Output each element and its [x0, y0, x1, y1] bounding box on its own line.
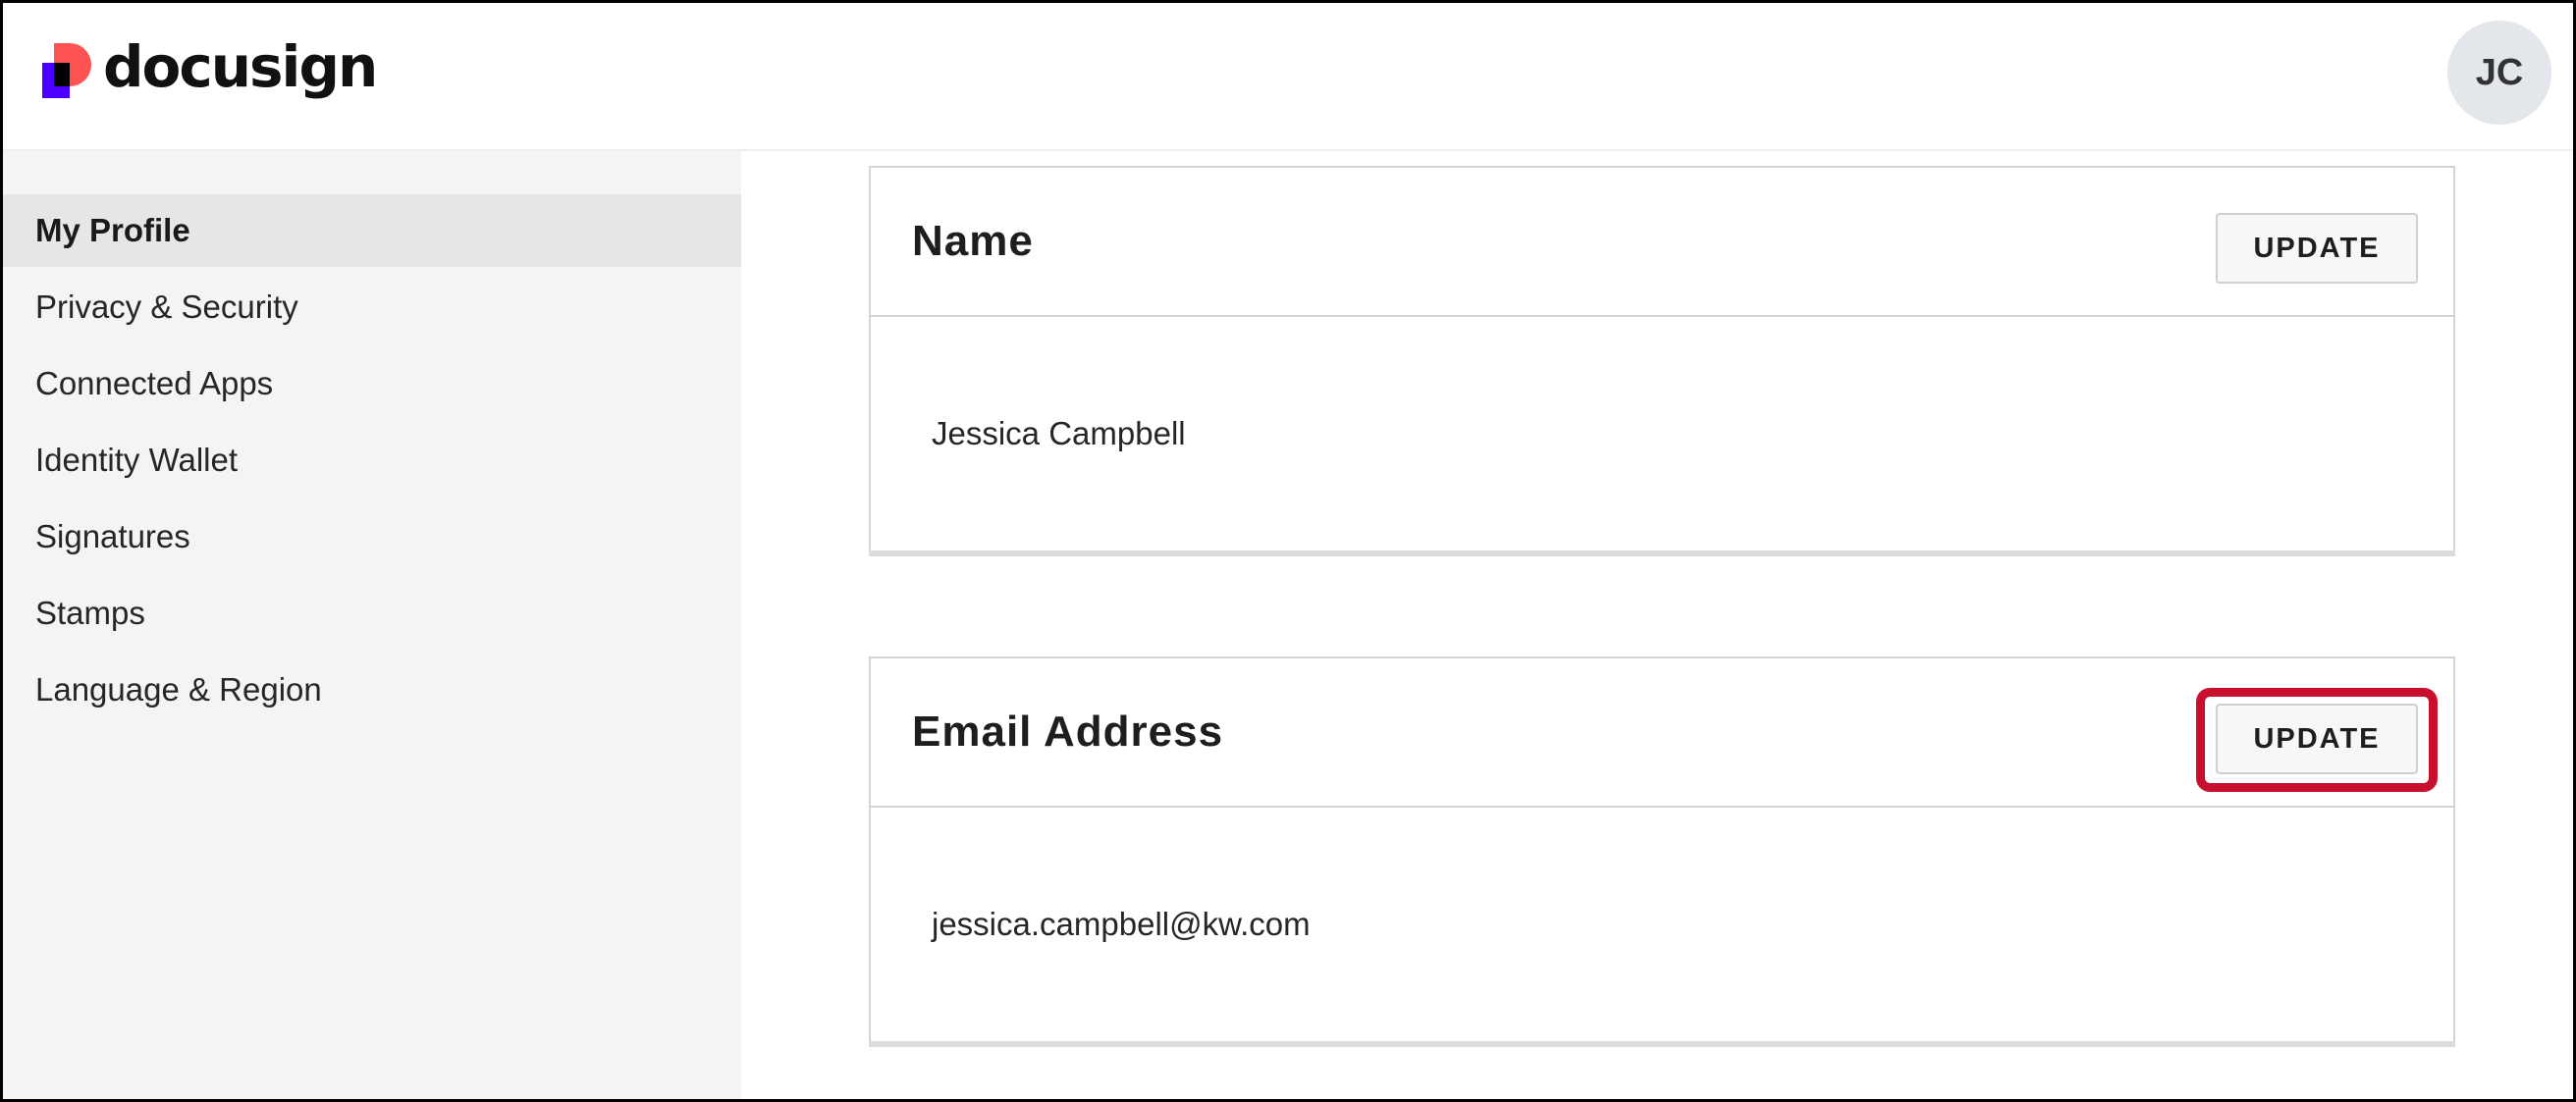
card-divider [869, 1041, 2455, 1047]
name-value: Jessica Campbell [932, 415, 1186, 451]
user-avatar[interactable]: JC [2447, 21, 2551, 125]
sidebar-item-label: Connected Apps [35, 365, 274, 401]
brand-name: docusign [103, 33, 378, 100]
sidebar-item-privacy-security[interactable]: Privacy & Security [3, 271, 741, 343]
sidebar-item-connected-apps[interactable]: Connected Apps [3, 347, 741, 420]
sidebar-item-language-region[interactable]: Language & Region [3, 654, 741, 726]
sidebar-item-my-profile[interactable]: My Profile [3, 194, 741, 267]
sidebar-item-label: My Profile [35, 212, 190, 248]
card-header: Email Address UPDATE [871, 658, 2453, 808]
profile-content: Name UPDATE Jessica Campbell Email Addre… [741, 151, 2573, 1099]
sidebar-item-label: Signatures [35, 518, 190, 554]
docusign-logo-icon [42, 43, 91, 98]
update-name-button[interactable]: UPDATE [2216, 213, 2418, 284]
sidebar-item-label: Language & Region [35, 671, 322, 708]
name-card: Name UPDATE Jessica Campbell [869, 166, 2455, 552]
app-window: docusign JC My Profile Privacy & Securit… [0, 0, 2576, 1102]
sidebar-item-label: Identity Wallet [35, 442, 239, 478]
docusign-logo[interactable]: docusign [40, 33, 378, 103]
card-divider [869, 551, 2455, 556]
card-title: Name [912, 217, 1034, 265]
sidebar-item-label: Stamps [35, 595, 145, 631]
card-body: Jessica Campbell [871, 317, 2453, 551]
sidebar-item-label: Privacy & Security [35, 289, 298, 325]
email-value: jessica.campbell@kw.com [932, 906, 1311, 942]
update-email-button[interactable]: UPDATE [2216, 704, 2418, 774]
sidebar-item-identity-wallet[interactable]: Identity Wallet [3, 424, 741, 497]
settings-sidebar: My Profile Privacy & Security Connected … [3, 151, 741, 1099]
card-title: Email Address [912, 708, 1224, 756]
card-body: jessica.campbell@kw.com [871, 808, 2453, 1041]
top-header: docusign JC [3, 3, 2573, 151]
card-header: Name UPDATE [871, 168, 2453, 317]
sidebar-item-signatures[interactable]: Signatures [3, 500, 741, 573]
email-card: Email Address UPDATE jessica.campbell@kw… [869, 656, 2455, 1043]
sidebar-item-stamps[interactable]: Stamps [3, 577, 741, 650]
